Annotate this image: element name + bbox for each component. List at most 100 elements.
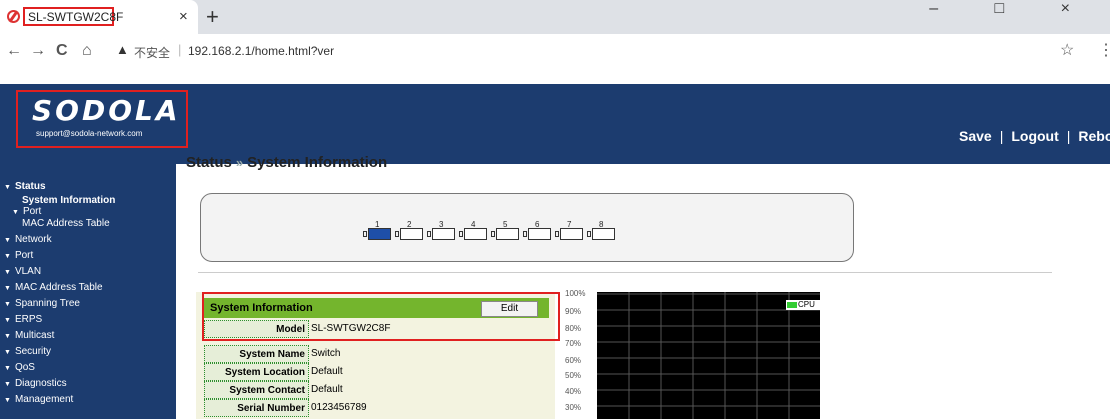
tab-close-icon[interactable]: × [179, 8, 188, 25]
header-actions: Save | Logout | Reboot [959, 128, 1110, 144]
sidebar-item-diagnostics[interactable]: ▼ Diagnostics [4, 378, 67, 389]
sidebar-item-system-information[interactable]: System Information [22, 195, 115, 206]
caret-down-icon: ▼ [4, 333, 11, 340]
sidebar-item-erps[interactable]: ▼ ERPS [4, 314, 42, 325]
separator: | [999, 128, 1004, 144]
caret-down-icon: ▼ [4, 237, 11, 244]
sidebar-item-security[interactable]: ▼ Security [4, 346, 51, 357]
chart-grid [597, 292, 820, 419]
sidebar-item-label: QoS [14, 362, 35, 373]
y-tick-label: 80% [565, 324, 582, 333]
row-label: Model [204, 320, 309, 338]
caret-down-icon: ▼ [4, 253, 11, 260]
caret-down-icon: ▼ [4, 365, 11, 372]
address-separator: | [178, 42, 182, 57]
sidebar: ▼ Status System Information ▼ Port MAC Add… [0, 164, 176, 419]
y-tick-label: 60% [565, 356, 582, 365]
sidebar-item-label: MAC Address Table [22, 218, 110, 229]
sidebar-item-vlan[interactable]: ▼ VLAN [4, 266, 41, 277]
sidebar-item-spanning-tree[interactable]: ▼ Spanning Tree [4, 298, 80, 309]
port-5[interactable] [496, 228, 519, 240]
caret-down-icon: ▼ [4, 184, 11, 191]
sidebar-item-label: VLAN [14, 266, 42, 277]
sidebar-item-label: Network [14, 234, 52, 245]
port-1[interactable] [368, 228, 391, 240]
port-led [459, 231, 463, 237]
row-value: Default [311, 366, 343, 377]
warning-icon[interactable]: ▲ [116, 42, 129, 57]
port-led [491, 231, 495, 237]
port-led [555, 231, 559, 237]
sidebar-item-label: Port [22, 206, 42, 217]
table-row: Serial Number 0123456789 [204, 399, 549, 417]
port-2[interactable] [400, 228, 423, 240]
window-controls[interactable]: – □ × [929, 0, 1096, 18]
new-tab-icon[interactable]: + [206, 4, 219, 30]
favicon-icon [7, 10, 20, 23]
logo-email: support@sodola-network.com [36, 129, 143, 138]
sidebar-item-network[interactable]: ▼ Network [4, 234, 52, 245]
port-led [523, 231, 527, 237]
caret-down-icon: ▼ [4, 349, 11, 356]
sidebar-item-label: Multicast [14, 330, 55, 341]
y-tick-label: 50% [565, 371, 582, 380]
browser-menu-icon[interactable]: ⋮ [1098, 40, 1110, 60]
sidebar-item-label: Security [14, 346, 52, 357]
divider [198, 272, 1052, 273]
port-4[interactable] [464, 228, 487, 240]
home-icon[interactable]: ⌂ [82, 42, 92, 60]
sidebar-item-label: ERPS [14, 314, 43, 325]
port-graphic: 1 2 3 4 5 6 7 8 [362, 220, 622, 244]
sidebar-item-mac-address-table-sub[interactable]: MAC Address Table [22, 218, 110, 229]
y-tick-label: 40% [565, 387, 582, 396]
breadcrumb-section: Status [186, 154, 232, 171]
table-row: System Location Default [204, 363, 549, 381]
sidebar-item-qos[interactable]: ▼ QoS [4, 362, 35, 373]
breadcrumb-separator: » [235, 155, 244, 170]
logout-link[interactable]: Logout [1011, 128, 1058, 144]
table-row: Model SL-SWTGW2C8F [204, 320, 549, 338]
port-6[interactable] [528, 228, 551, 240]
legend-swatch [787, 302, 797, 308]
address-bar[interactable]: 192.168.2.1/home.html?ver [188, 44, 334, 58]
system-info-title: System Information [210, 302, 313, 314]
sidebar-item-mac-address-table[interactable]: ▼ MAC Address Table [4, 282, 103, 293]
y-tick-label: 90% [565, 307, 582, 316]
sidebar-item-label: Diagnostics [14, 378, 67, 389]
row-label: System Name [204, 345, 309, 363]
sidebar-item-label: Spanning Tree [14, 298, 80, 309]
forward-icon[interactable]: → [30, 42, 46, 60]
sidebar-item-status[interactable]: ▼ Status [4, 181, 46, 192]
port-7[interactable] [560, 228, 583, 240]
browser-tab-bar: SL-SWTGW2C8F × + – □ × [0, 0, 1110, 34]
reload-icon[interactable]: C [56, 42, 68, 60]
separator: | [1066, 128, 1071, 144]
back-icon[interactable]: ← [6, 42, 22, 60]
cpu-chart [597, 292, 820, 419]
port-led [587, 231, 591, 237]
reboot-link[interactable]: Reboot [1078, 128, 1110, 144]
sidebar-item-label: Status [14, 181, 46, 192]
sidebar-item-management[interactable]: ▼ Management [4, 394, 73, 405]
port-led [427, 231, 431, 237]
save-link[interactable]: Save [959, 128, 992, 144]
sidebar-item-port-sub[interactable]: ▼ Port [12, 206, 41, 217]
sidebar-item-label: Port [14, 250, 34, 261]
row-label: Serial Number [204, 399, 309, 417]
port-3[interactable] [432, 228, 455, 240]
port-8[interactable] [592, 228, 615, 240]
caret-down-icon: ▼ [4, 317, 11, 324]
sidebar-item-label: System Information [22, 195, 116, 206]
sidebar-item-multicast[interactable]: ▼ Multicast [4, 330, 54, 341]
y-tick-label: 70% [565, 339, 582, 348]
row-value: Default [311, 384, 343, 395]
y-tick-label: 30% [565, 403, 582, 412]
browser-tab[interactable]: SL-SWTGW2C8F × [0, 0, 198, 34]
table-row: System Contact Default [204, 381, 549, 399]
bookmark-star-icon[interactable]: ☆ [1060, 40, 1074, 60]
sidebar-item-port[interactable]: ▼ Port [4, 250, 33, 261]
insecure-label[interactable]: 不安全 [134, 44, 170, 61]
caret-down-icon: ▼ [4, 397, 11, 404]
edit-button[interactable]: Edit [481, 301, 538, 317]
sidebar-item-label: MAC Address Table [14, 282, 103, 293]
